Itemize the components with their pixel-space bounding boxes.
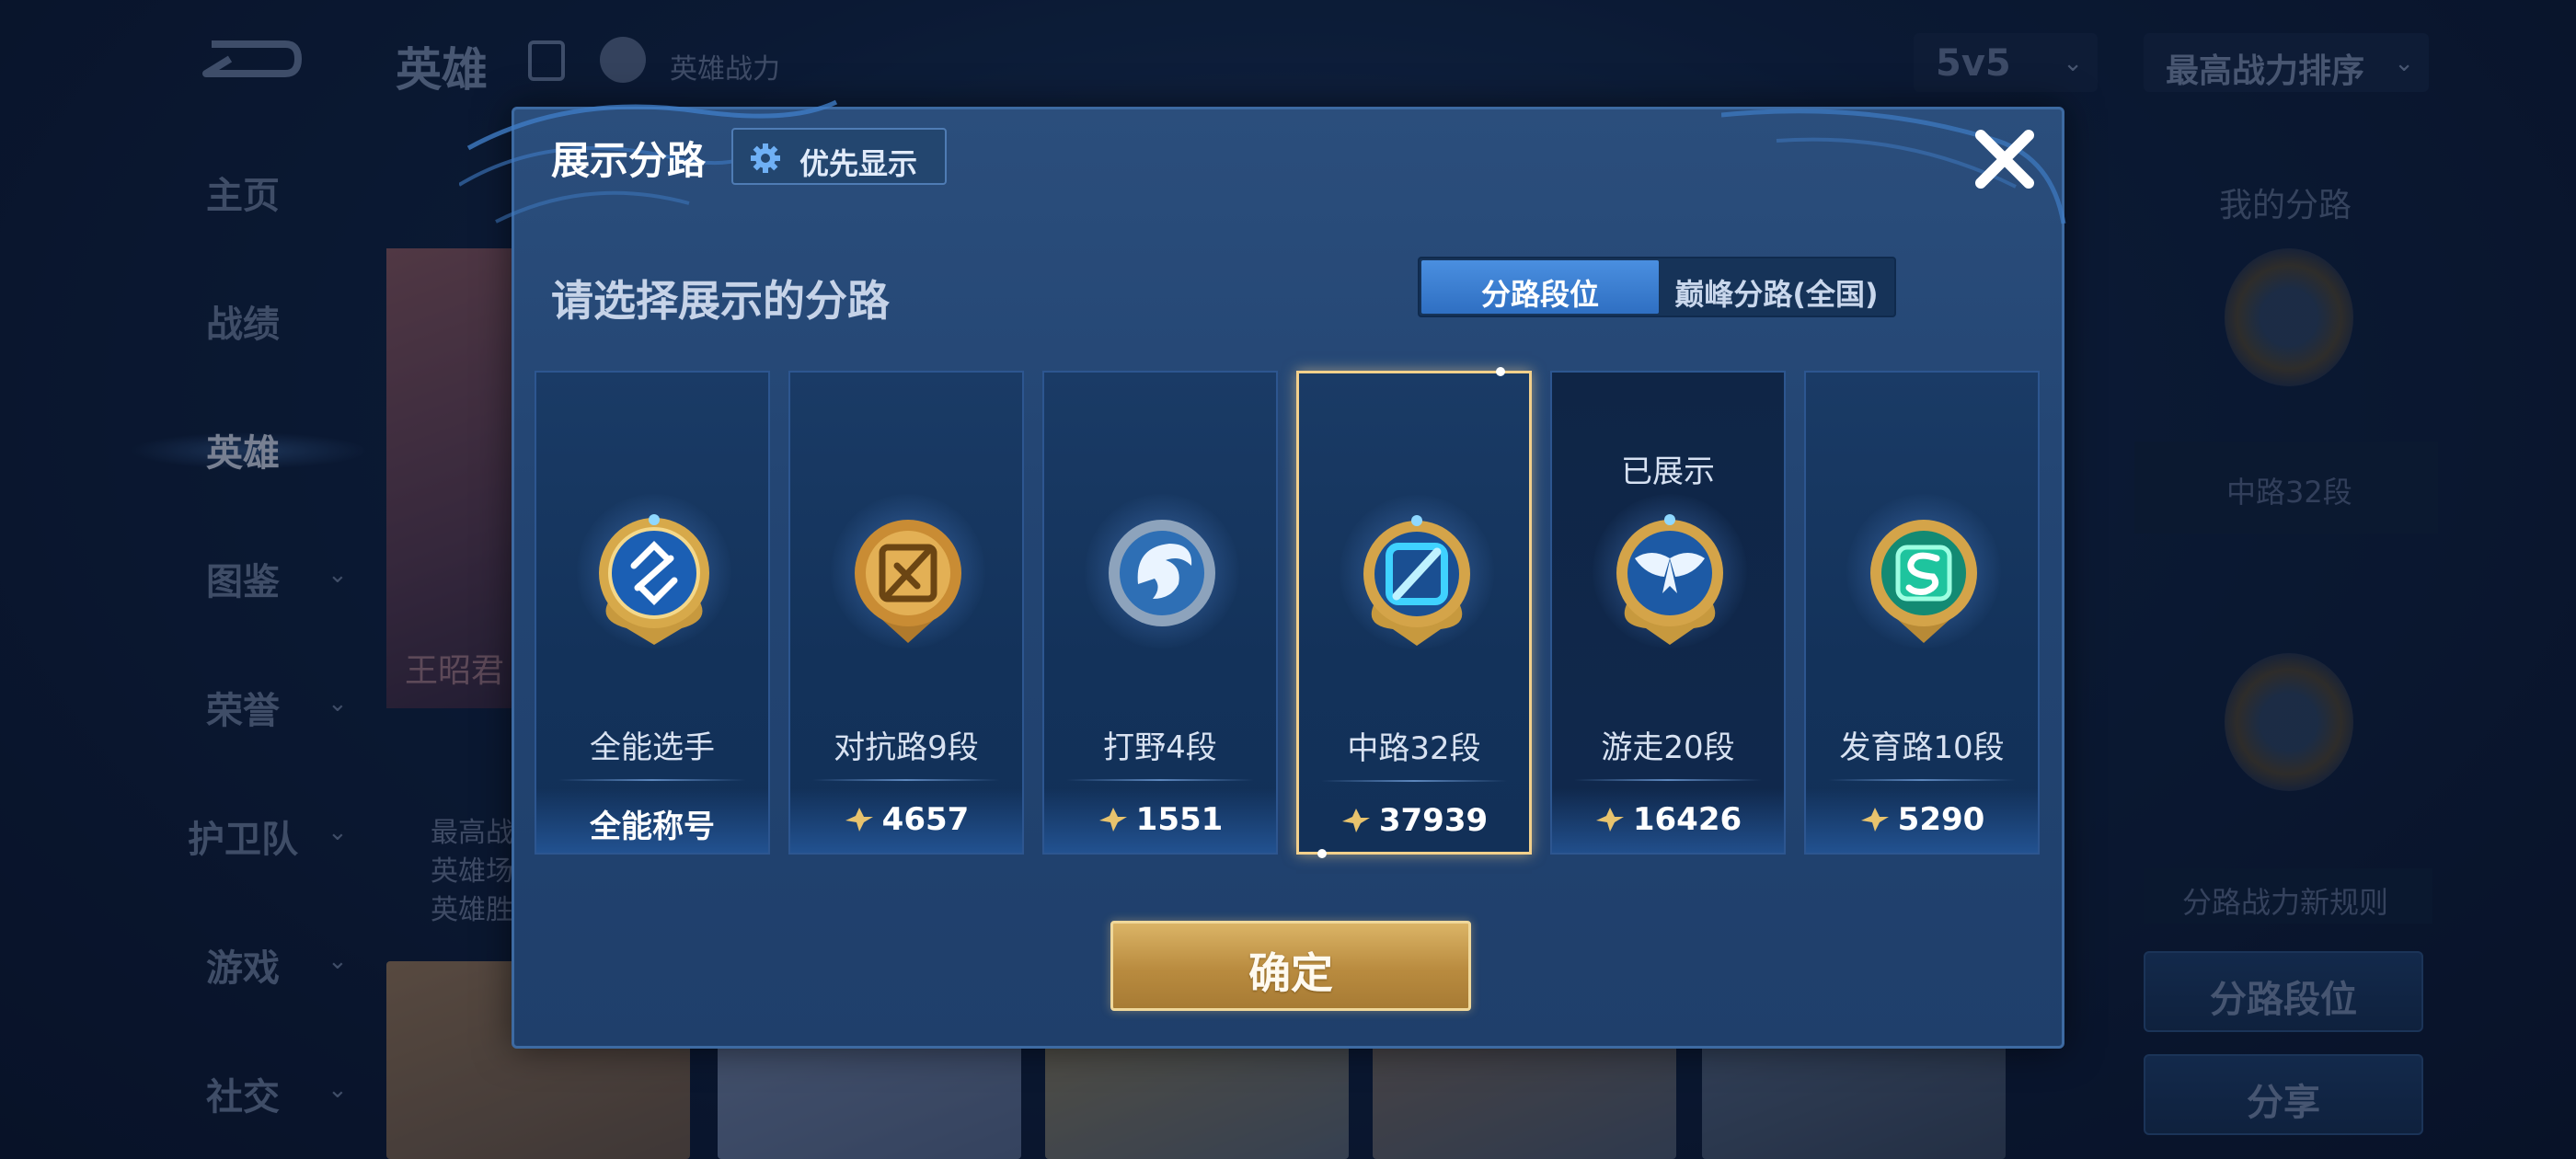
lane-card-value: 1551 — [1135, 801, 1224, 838]
lane-card-power: 5290 — [1806, 801, 2038, 838]
jungle-badge-icon — [1109, 520, 1215, 626]
lane-card-footer: 5290 — [1806, 788, 2038, 853]
lane-card-footer: 4657 — [790, 788, 1022, 853]
card-divider — [1321, 780, 1507, 782]
lane-card-clash[interactable]: 对抗路9段 4657 — [788, 371, 1024, 855]
lane-card-power: 16426 — [1552, 801, 1784, 838]
lane-mode-tabs: 分路段位 巅峰分路(全国) — [1418, 257, 1896, 317]
lane-card-name: 对抗路9段 — [834, 729, 979, 766]
lane-card-name: 游走20段 — [1601, 729, 1735, 766]
lane-card-value: 全能称号 — [590, 809, 715, 845]
lane-card-value: 37939 — [1378, 802, 1489, 839]
lane-card-value: 5290 — [1897, 801, 1985, 838]
lane-display-dialog: 展示分路 优先显示 请选择展示的分路 分路段位 巅峰分路(全国) 全能选手 全能… — [459, 99, 2066, 1049]
combat-power-icon — [1098, 808, 1127, 832]
lane-card-footer: 全能称号 — [536, 788, 768, 853]
combat-power-icon — [1860, 808, 1889, 832]
dialog-title: 展示分路 — [551, 138, 707, 183]
card-divider — [812, 779, 1000, 781]
tab-lane-rank[interactable]: 分路段位 — [1421, 260, 1659, 314]
displayed-note: 已展示 — [1621, 453, 1715, 490]
lane-card-farm[interactable]: 发育路10段 5290 — [1804, 371, 2040, 855]
lane-card-name: 全能选手 — [590, 729, 715, 766]
lane-card-name: 打野4段 — [1103, 729, 1217, 766]
card-divider — [1066, 779, 1254, 781]
farm-lane-badge-icon — [1870, 520, 1977, 643]
lane-card-jungle[interactable]: 打野4段 1551 — [1042, 371, 1278, 855]
dialog-subtitle: 请选择展示的分路 — [551, 276, 890, 326]
tab-label: 分路段位 — [1480, 277, 1599, 312]
clash-lane-badge-icon — [855, 520, 961, 643]
lane-card-value: 16426 — [1632, 801, 1742, 838]
lane-card-name: 发育路10段 — [1839, 729, 2005, 766]
roam-badge-icon — [1616, 514, 1723, 645]
tab-peak-lane[interactable]: 巅峰分路(全国) — [1661, 260, 1892, 314]
priority-display-button[interactable]: 优先显示 — [731, 128, 947, 185]
combat-power-icon — [1341, 809, 1370, 832]
lane-card-footer: 16426 — [1552, 788, 1784, 853]
priority-display-label: 优先显示 — [799, 146, 918, 181]
lane-card-all-round[interactable]: 全能选手 全能称号 — [535, 371, 770, 855]
card-divider — [1574, 779, 1762, 781]
all-round-badge-icon — [599, 514, 709, 645]
gear-icon — [751, 143, 780, 173]
lane-card-power: 37939 — [1299, 802, 1529, 839]
confirm-button[interactable]: 确定 — [1110, 921, 1471, 1011]
card-divider — [558, 779, 746, 781]
confirm-button-label: 确定 — [1248, 948, 1333, 998]
lane-card-power: 1551 — [1044, 801, 1276, 838]
combat-power-icon — [845, 808, 873, 832]
lane-card-mid[interactable]: 中路32段 37939 — [1296, 367, 1532, 858]
lane-card-value: 4657 — [881, 801, 970, 838]
lane-card-footer: 37939 — [1299, 793, 1529, 854]
lane-card-roam[interactable]: 已展示 游走20段 16426 — [1550, 371, 1786, 855]
lane-card-footer: 1551 — [1044, 788, 1276, 853]
close-icon[interactable] — [1968, 122, 2041, 196]
tab-label: 巅峰分路(全国) — [1674, 277, 1879, 312]
selection-dot — [1496, 367, 1505, 376]
lane-card-name: 中路32段 — [1347, 730, 1481, 767]
mid-lane-badge-icon — [1363, 515, 1470, 646]
lane-card-list: 全能选手 全能称号 对抗路9段 4657 打野4段 1551 中路32段 379… — [535, 367, 2047, 858]
combat-power-icon — [1595, 808, 1624, 832]
card-divider — [1828, 779, 2016, 781]
lane-card-power: 4657 — [790, 801, 1022, 838]
